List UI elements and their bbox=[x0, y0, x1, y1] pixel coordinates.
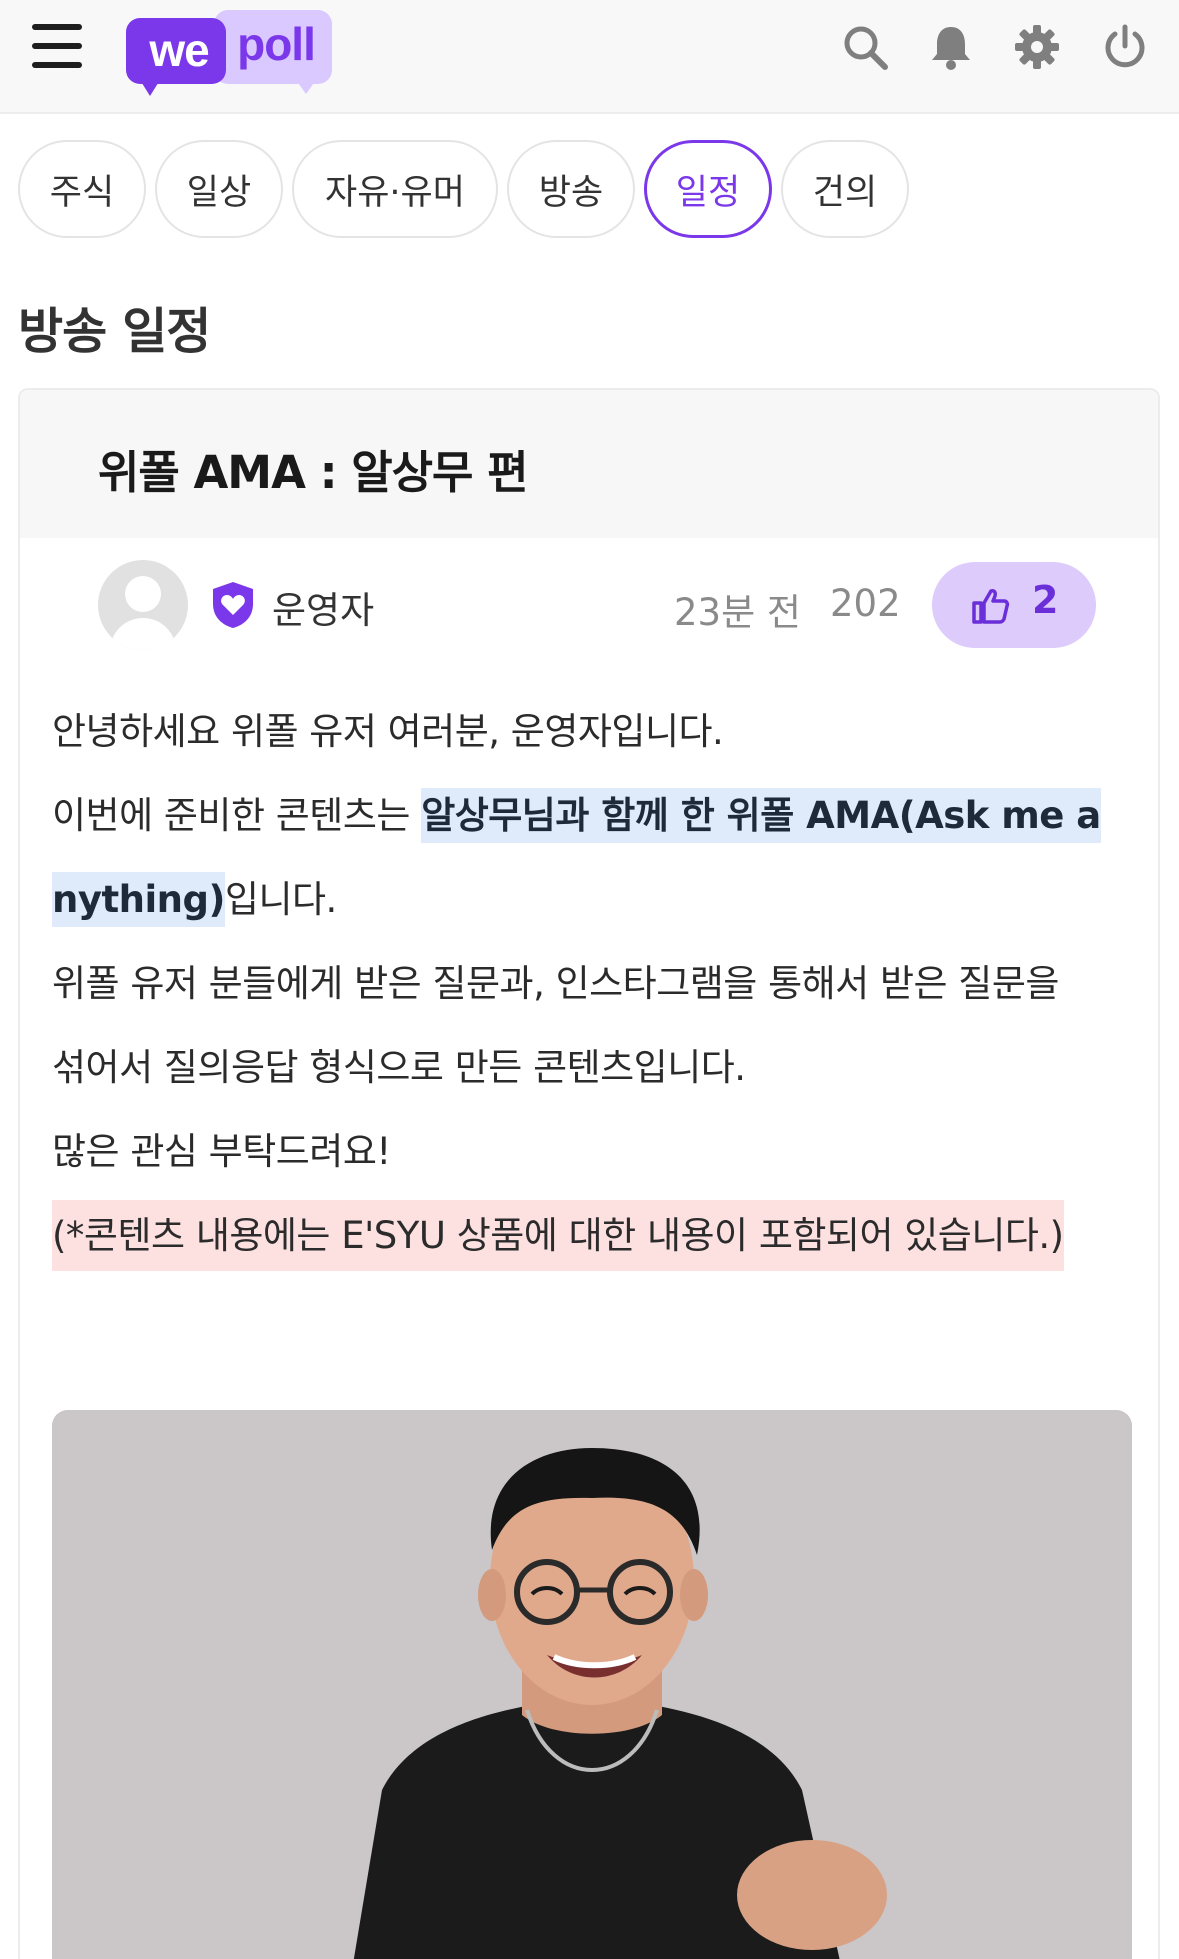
tab-daily[interactable]: 일상 bbox=[155, 140, 283, 238]
post-time: 23분 전 bbox=[674, 591, 801, 634]
tab-suggestion[interactable]: 건의 bbox=[781, 140, 909, 238]
post-card: 위폴 AMA : 알상무 편 운영자 23분 전 202 2 안녕하세요 위폴 … bbox=[18, 388, 1160, 1959]
tab-schedule[interactable]: 일정 bbox=[644, 140, 772, 238]
body-line: 섞어서 질의응답 형식으로 만든 콘텐츠입니다. bbox=[52, 1046, 746, 1089]
thumbs-up-icon bbox=[972, 589, 1010, 624]
tab-free-humor[interactable]: 자유·유머 bbox=[292, 140, 498, 238]
notice-text: (*콘텐츠 내용에는 E'SYU 상품에 대한 내용이 포함되어 있습니다.) bbox=[52, 1200, 1064, 1271]
tab-stocks[interactable]: 주식 bbox=[18, 140, 146, 238]
author-name[interactable]: 운영자 bbox=[272, 580, 374, 634]
post-header: 위폴 AMA : 알상무 편 bbox=[20, 390, 1158, 538]
hamburger-icon[interactable] bbox=[32, 24, 84, 70]
like-button[interactable]: 2 bbox=[932, 562, 1096, 648]
post-body: 안녕하세요 위폴 유저 여러분, 운영자입니다. 이번에 준비한 콘텐츠는 알상… bbox=[52, 690, 1142, 1278]
bell-icon[interactable] bbox=[926, 22, 976, 76]
body-line: 이번에 준비한 콘텐츠는 알상무님과 함께 한 위폴 AMA(Ask me a bbox=[52, 774, 1142, 858]
app-header: we poll bbox=[0, 0, 1179, 114]
highlighted-text: 알상무님과 함께 한 위폴 AMA(Ask me a bbox=[421, 788, 1101, 843]
section-title: 방송 일정 bbox=[18, 303, 211, 360]
body-text: 입니다. bbox=[224, 878, 337, 921]
body-line: 안녕하세요 위폴 유저 여러분, 운영자입니다. bbox=[52, 710, 724, 753]
highlighted-text: nything) bbox=[52, 872, 225, 927]
body-text: 이번에 준비한 콘텐츠는 bbox=[52, 794, 422, 837]
avatar[interactable] bbox=[98, 560, 188, 650]
power-icon[interactable] bbox=[1100, 22, 1150, 76]
logo-poll-text: poll bbox=[237, 18, 316, 70]
wepoll-logo[interactable]: we poll bbox=[126, 10, 332, 96]
gear-icon[interactable] bbox=[1012, 22, 1062, 76]
tab-broadcast[interactable]: 방송 bbox=[507, 140, 635, 238]
body-line: 위폴 유저 분들에게 받은 질문과, 인스타그램을 통해서 받은 질문을 bbox=[52, 962, 1059, 1005]
logo-we-text: we bbox=[149, 24, 209, 76]
view-count: 202 bbox=[830, 582, 901, 625]
search-icon[interactable] bbox=[840, 22, 890, 76]
post-title: 위폴 AMA : 알상무 편 bbox=[98, 446, 528, 499]
body-line: (*콘텐츠 내용에는 E'SYU 상품에 대한 내용이 포함되어 있습니다.) bbox=[52, 1194, 1142, 1278]
like-count: 2 bbox=[1032, 578, 1059, 622]
post-image[interactable] bbox=[52, 1410, 1132, 1959]
body-line: 많은 관심 부탁드려요! bbox=[52, 1130, 391, 1173]
body-line: nything)입니다. bbox=[52, 858, 1142, 942]
shield-heart-icon bbox=[210, 580, 256, 630]
